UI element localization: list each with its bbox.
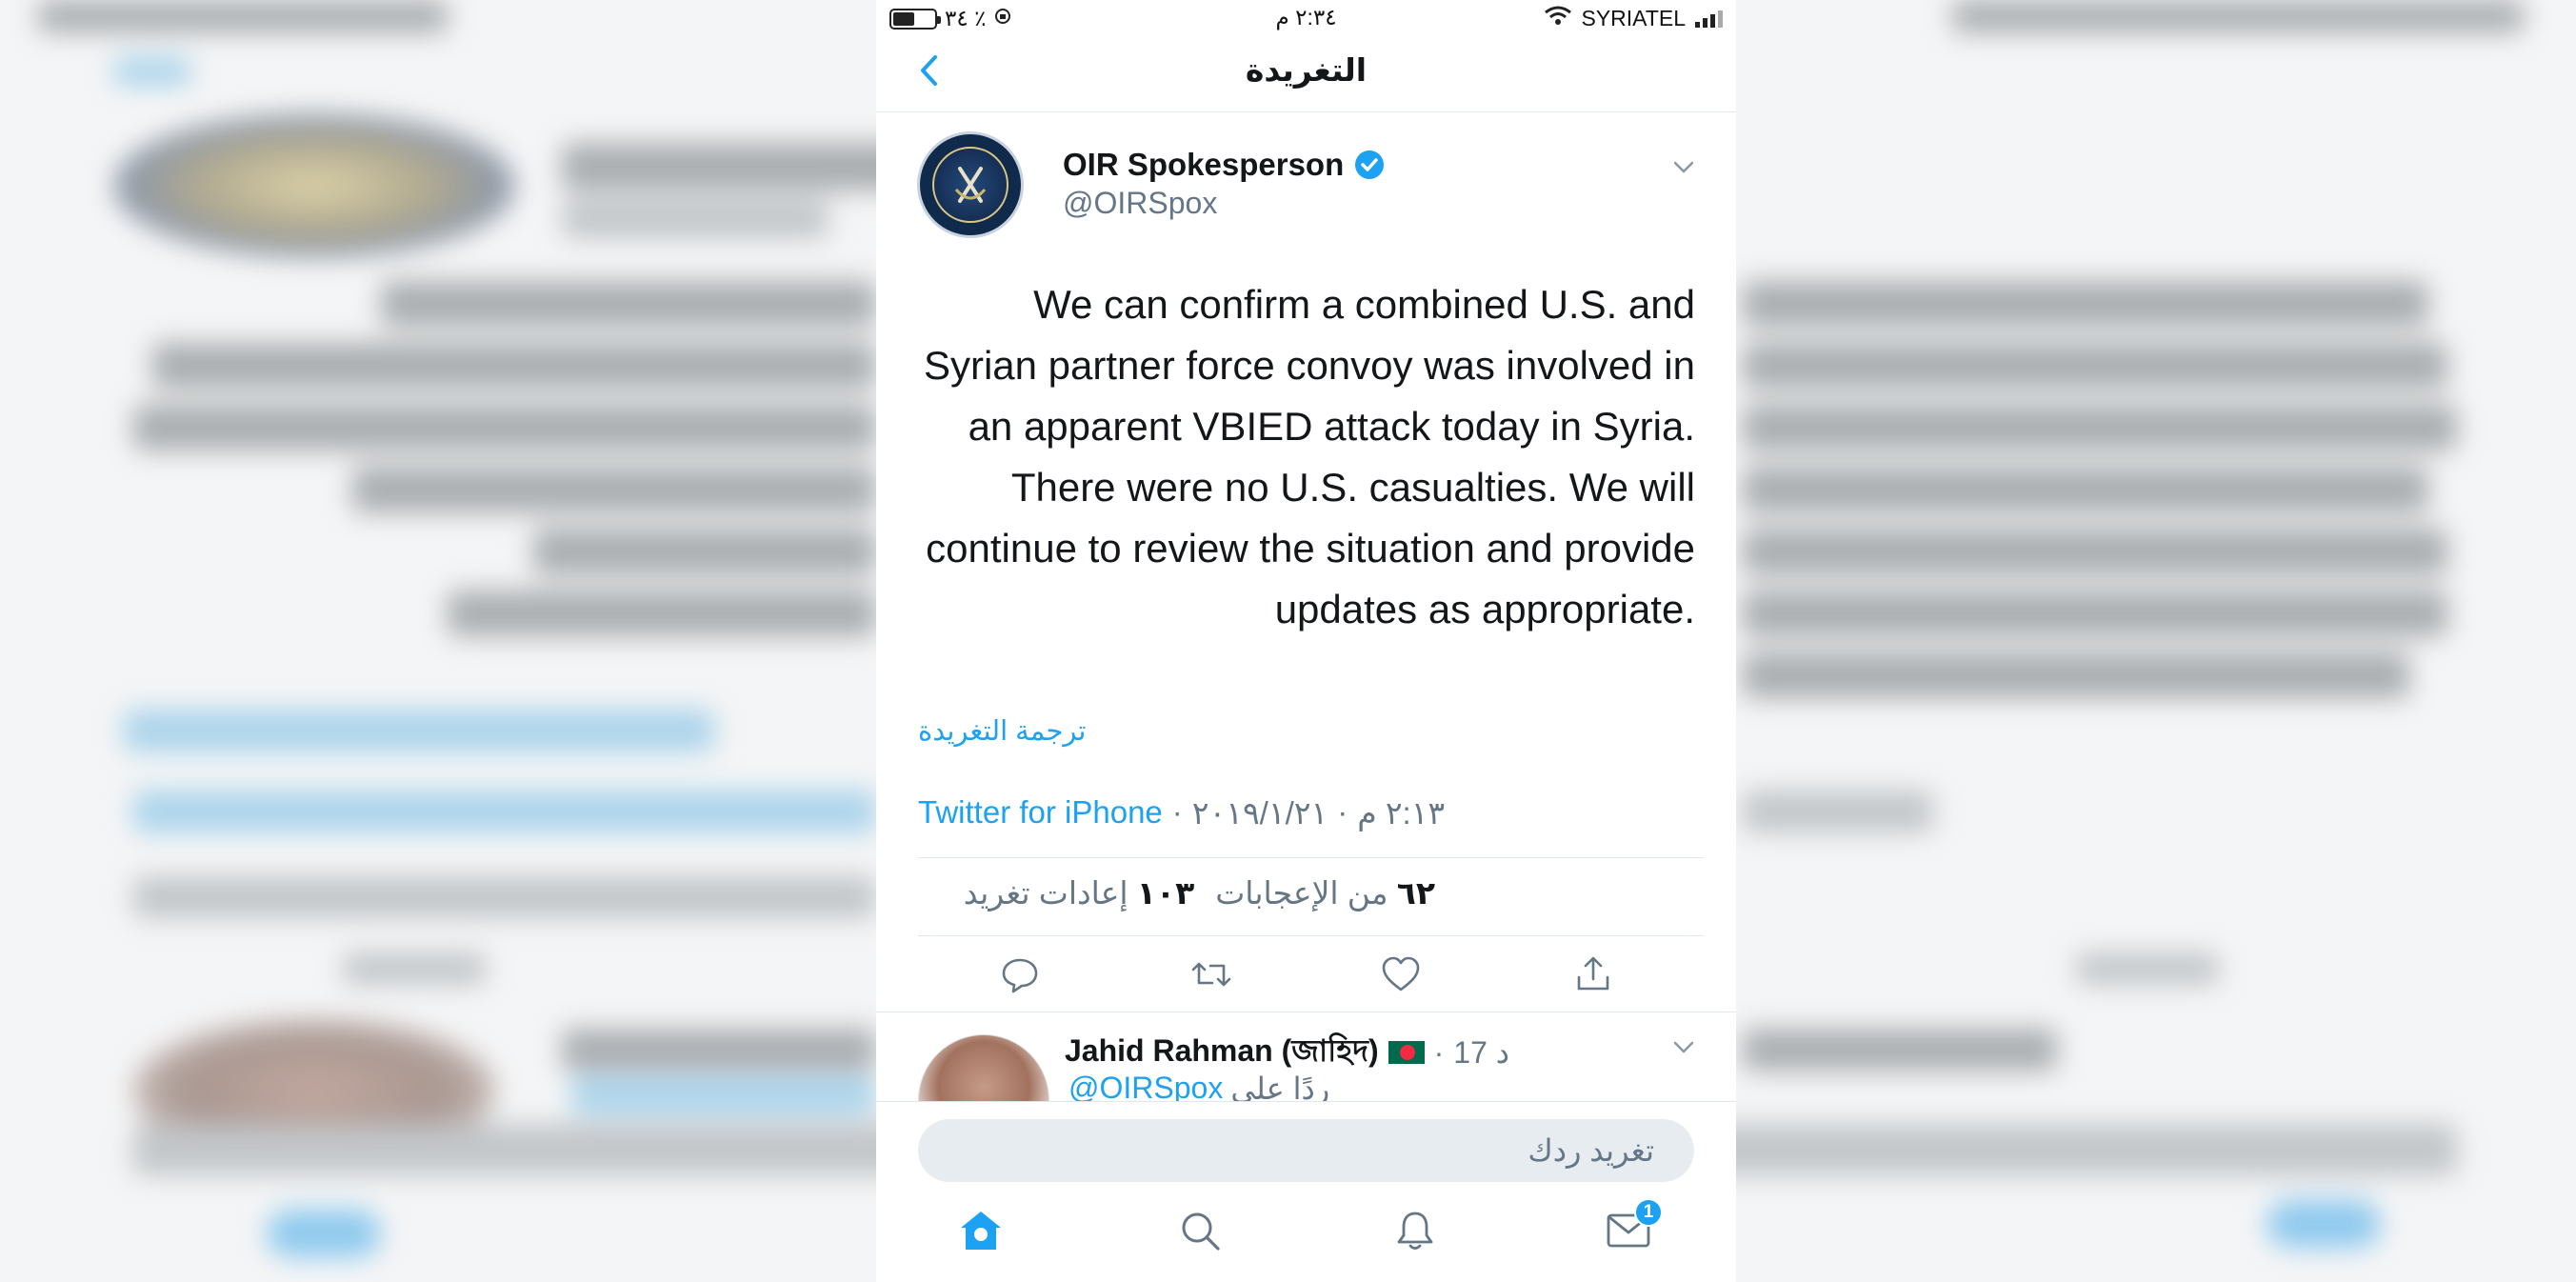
compose-bar [876, 1101, 1736, 1187]
tweet-time: ٢:١٣ م [1357, 795, 1446, 831]
author-name-row[interactable]: OIR Spokesperson [1063, 147, 1386, 183]
like-button[interactable] [1377, 951, 1425, 998]
status-network: SYRIATEL [1544, 5, 1723, 31]
heart-icon [1382, 956, 1420, 992]
chevron-down-icon[interactable] [1669, 152, 1698, 181]
home-icon [961, 1212, 1001, 1250]
verified-badge-icon [1355, 150, 1385, 179]
carrier-name: SYRIATEL [1581, 5, 1687, 30]
status-bar: ٣٤ ٪ ٢:٣٤ م SYRIATEL [876, 0, 1736, 38]
retweet-icon [1191, 962, 1231, 987]
page-title: التغريدة [1245, 52, 1368, 88]
reply-separator: · [1433, 1034, 1445, 1070]
tab-notifications[interactable] [1388, 1204, 1442, 1257]
reply-time: 17 د [1453, 1035, 1509, 1070]
tweet-actions [876, 937, 1736, 1013]
reply-author-avatar[interactable] [918, 1034, 1049, 1109]
meta-separator: · [1337, 794, 1348, 830]
divider [918, 857, 1704, 858]
reply-icon [1002, 958, 1038, 993]
divider [918, 935, 1704, 936]
retweets-stat[interactable]: ١٠٣ إعادات تغريد [964, 874, 1194, 911]
tweet-date: ٢٠١٩/١/٢١ [1191, 795, 1328, 831]
translate-tweet-link[interactable]: ترجمة التغريدة [918, 714, 1087, 748]
tweet-text: We can confirm a combined U.S. and Syria… [923, 282, 1695, 631]
tab-search[interactable] [1173, 1204, 1227, 1257]
emblem-icon [932, 147, 1008, 223]
share-button[interactable] [1569, 951, 1617, 998]
retweets-label: إعادات تغريد [963, 875, 1128, 911]
tab-bar: 1 [876, 1187, 1736, 1282]
tweet-meta: Twitter for iPhone · ٢٠١٩/١/٢١ · ٢:١٣ م [918, 794, 1445, 831]
retweet-button[interactable] [1188, 951, 1235, 998]
author-name: OIR Spokesperson [1063, 147, 1345, 182]
meta-separator: · [1171, 794, 1183, 830]
bangladesh-flag-icon [1388, 1041, 1425, 1064]
tab-home[interactable] [954, 1204, 1008, 1257]
messages-badge: 1 [1634, 1198, 1663, 1227]
nav-header: التغريدة [876, 38, 1736, 112]
tweet-source[interactable]: Twitter for iPhone [918, 794, 1163, 831]
likes-stat[interactable]: ٦٢ من الإعجابات [1215, 874, 1435, 911]
retweets-count: ١٠٣ [1136, 875, 1195, 911]
reply-tweet[interactable]: Jahid Rahman (জাহিদ) · 17 د @OIRSpox ردً… [876, 1013, 1736, 1109]
search-icon [1182, 1212, 1220, 1251]
author-handle[interactable]: @OIRSpox [1063, 186, 1217, 221]
signal-icon [1695, 9, 1723, 28]
chevron-down-icon[interactable] [1669, 1032, 1698, 1061]
phone-screen: ٣٤ ٪ ٢:٣٤ م SYRIATEL التغريدة OIR Spokes… [876, 0, 1736, 1282]
reply-input[interactable] [918, 1119, 1694, 1182]
tab-messages[interactable]: 1 [1602, 1198, 1663, 1257]
tweet-stats: ٦٢ من الإعجابات ١٠٣ إعادات تغريد [964, 874, 1435, 911]
bell-icon [1397, 1212, 1433, 1250]
likes-count: ٦٢ [1396, 875, 1435, 911]
wifi-icon [1544, 5, 1572, 31]
likes-label: من الإعجابات [1215, 875, 1388, 911]
author-avatar[interactable] [917, 131, 1024, 238]
reply-button[interactable] [996, 951, 1044, 998]
share-icon [1577, 956, 1609, 991]
